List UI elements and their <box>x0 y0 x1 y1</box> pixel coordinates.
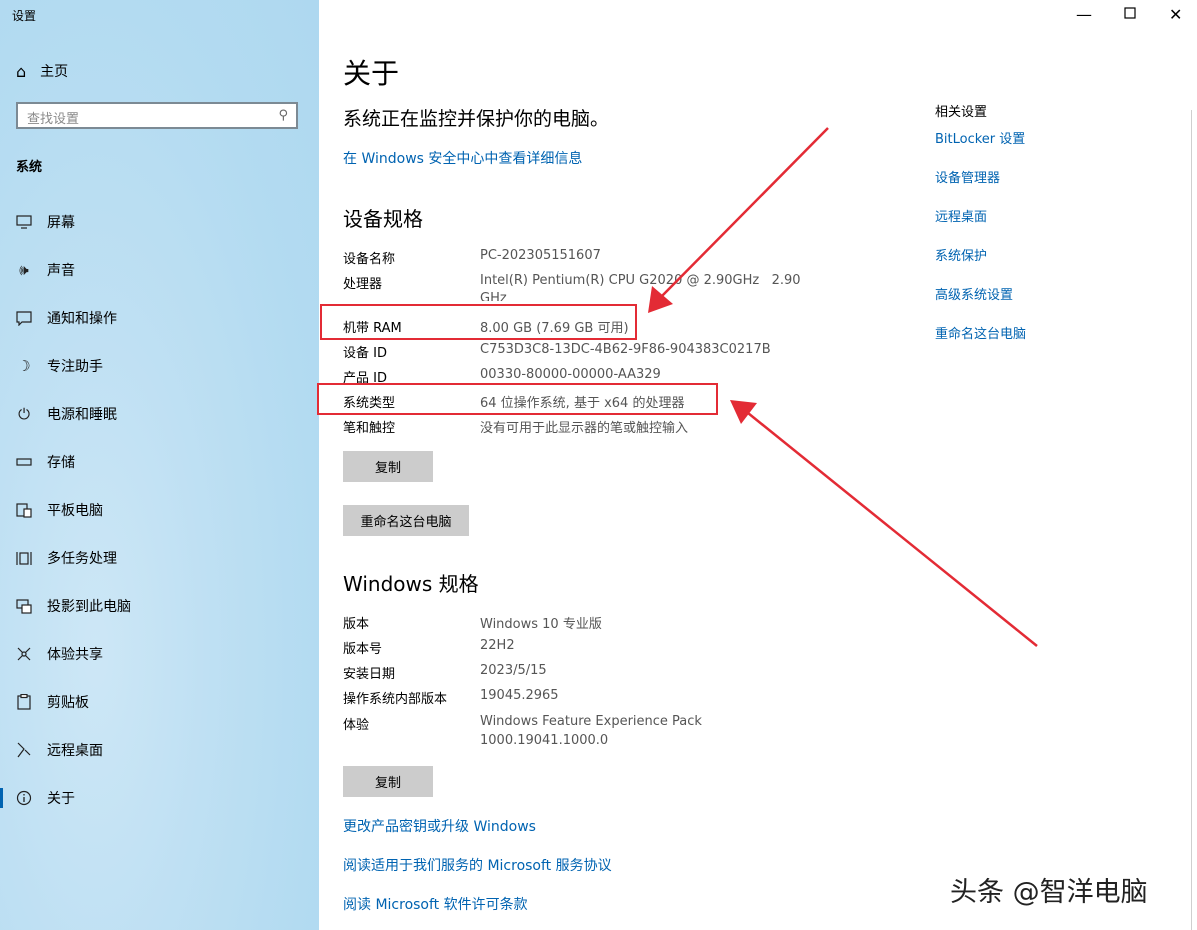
annotation-arrows <box>648 127 1038 647</box>
watermark: 头条 @智洋电脑 <box>950 877 1148 908</box>
